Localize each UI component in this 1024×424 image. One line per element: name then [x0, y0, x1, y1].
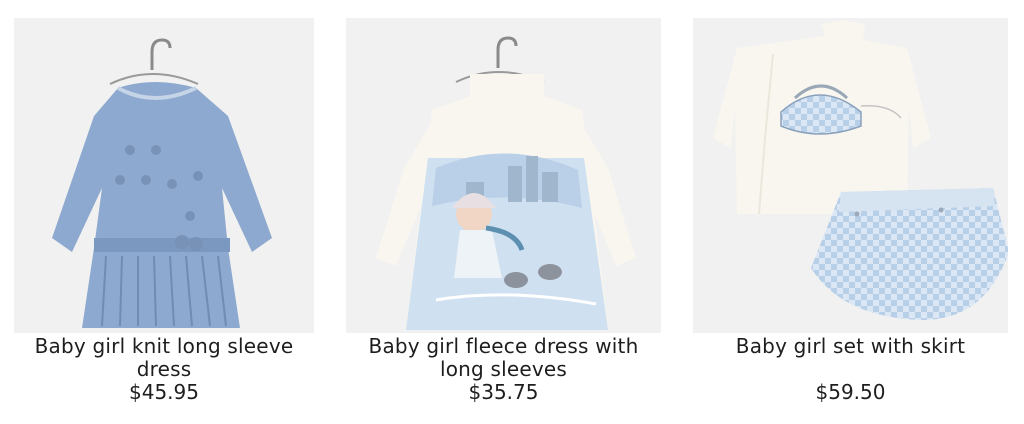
product-name[interactable]: Baby girl knit long sleeve dress: [14, 335, 314, 381]
knit-dress-image: [14, 18, 314, 333]
top-skirt-set-image: [693, 18, 1008, 333]
product-card[interactable]: Baby girl set with skirt $59.50: [693, 18, 1008, 404]
product-image[interactable]: [693, 18, 1008, 333]
product-card[interactable]: Baby girl knit long sleeve dress $45.95: [14, 18, 314, 404]
product-name[interactable]: Baby girl set with skirt: [693, 335, 1008, 381]
fleece-dress-image: [346, 18, 661, 333]
product-price: $59.50: [815, 380, 886, 404]
product-price: $45.95: [129, 380, 199, 404]
product-price: $35.75: [468, 380, 539, 404]
product-image[interactable]: [346, 18, 661, 333]
product-name[interactable]: Baby girl fleece dress with long sleeves: [346, 335, 661, 381]
product-card[interactable]: Baby girl fleece dress with long sleeves…: [346, 18, 661, 404]
product-image[interactable]: [14, 18, 314, 333]
